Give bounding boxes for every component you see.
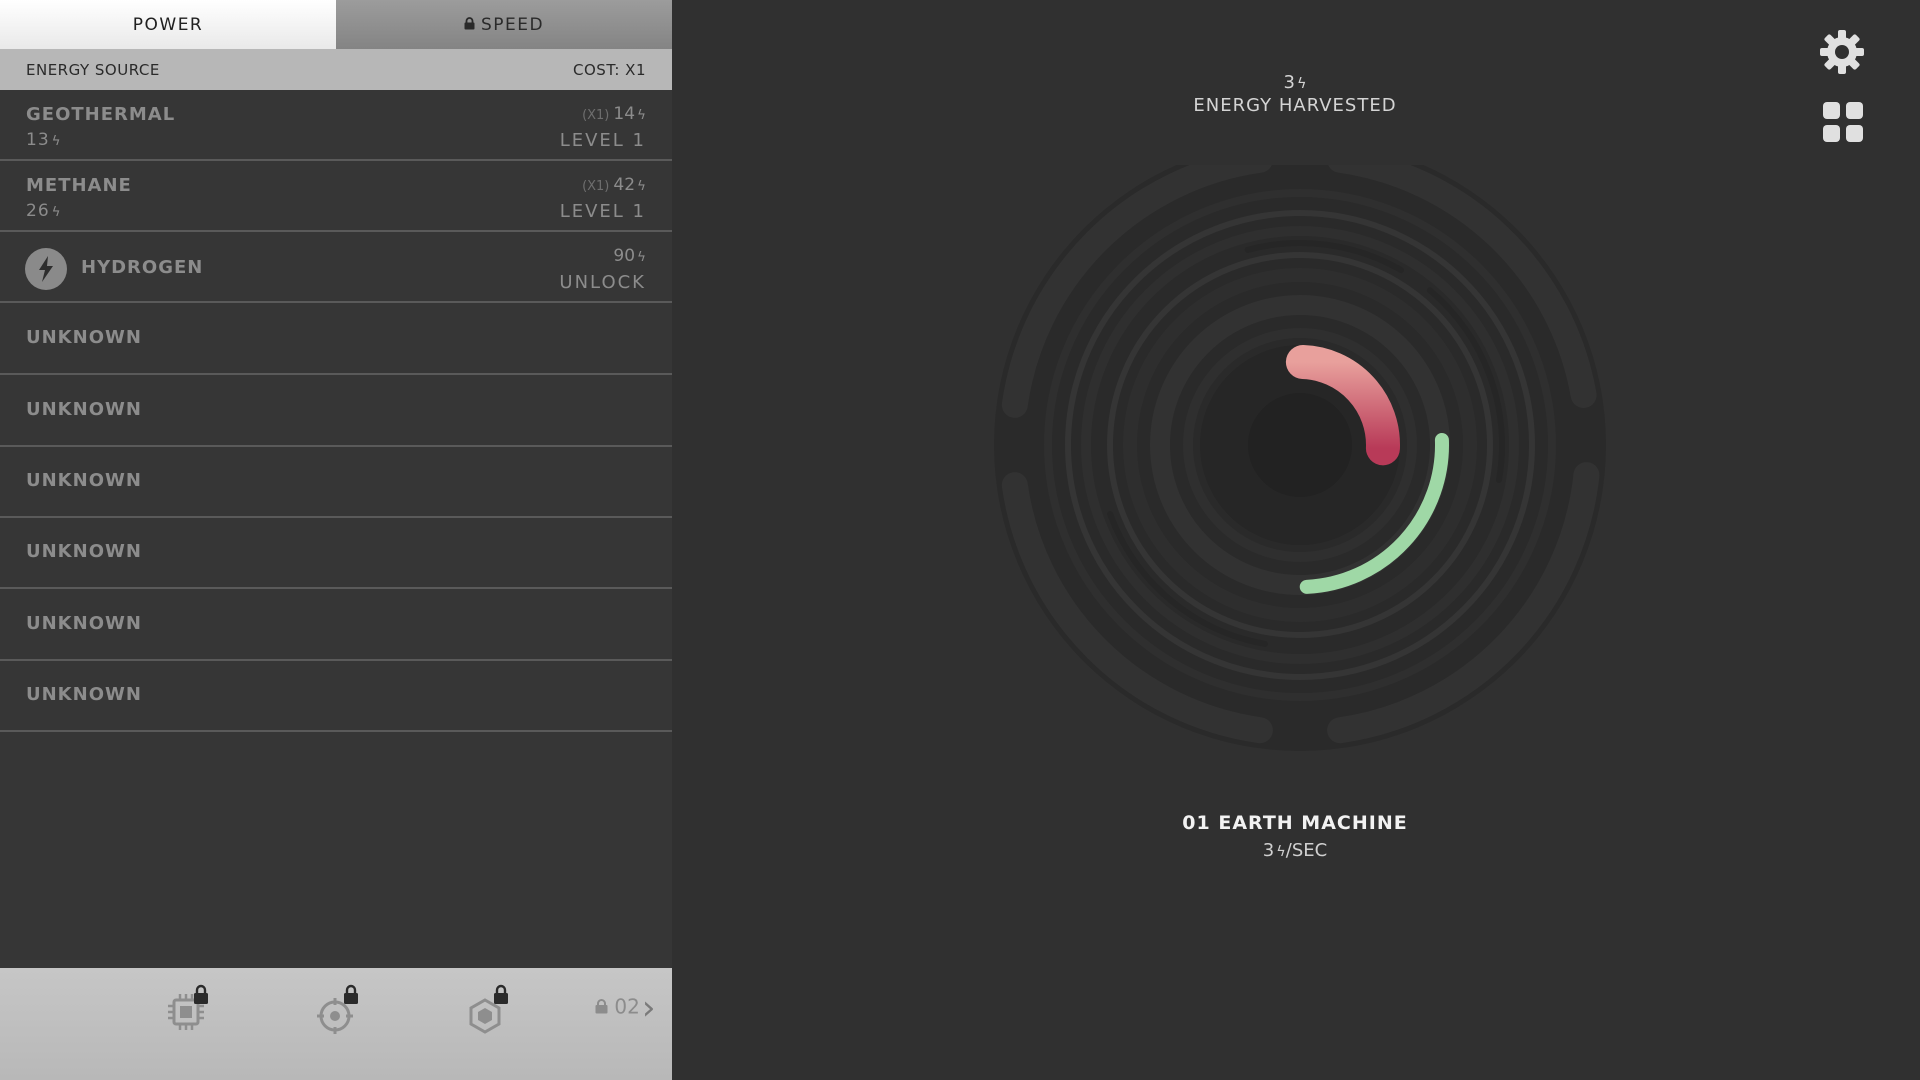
machine-ring-tracks xyxy=(994,165,1606,751)
target-icon xyxy=(317,984,358,1034)
settings-button[interactable] xyxy=(1818,28,1866,76)
lock-icon xyxy=(494,984,508,1004)
source-level: LEVEL 1 xyxy=(559,130,646,151)
source-name: UNKNOWN xyxy=(26,684,142,705)
bolt-icon: ϟ xyxy=(51,204,62,220)
next-page-button[interactable]: 02› xyxy=(595,988,655,1028)
source-name: METHANE xyxy=(26,175,132,196)
tab-power-label: POWER xyxy=(132,14,204,35)
unlock-cost: 90 ϟ xyxy=(613,246,646,266)
lock-icon xyxy=(595,995,614,1019)
energy-counter: 3ϟ ENERGY HARVESTED xyxy=(1095,72,1495,116)
source-name: UNKNOWN xyxy=(26,327,142,348)
tab-bar: POWER SPEED xyxy=(0,0,672,49)
machine-name: 01 EARTH MACHINE xyxy=(1182,812,1408,834)
machine-rate: 3 ϟ/SEC xyxy=(1262,840,1328,861)
lightning-bolt-icon xyxy=(25,248,67,290)
source-row-unknown: UNKNOWN xyxy=(0,589,672,661)
source-name: HYDROGEN xyxy=(81,257,204,278)
tab-speed[interactable]: SPEED xyxy=(336,0,672,49)
source-row-geothermal[interactable]: GEOTHERMAL 13 ϟ (X1) 14 ϟ LEVEL 1 xyxy=(0,90,672,161)
energy-label: ENERGY HARVESTED xyxy=(1193,95,1397,116)
source-name: UNKNOWN xyxy=(26,613,142,634)
upgrade-cost: (X1) 42 ϟ xyxy=(582,175,646,195)
machine-info: 01 EARTH MACHINE 3 ϟ/SEC xyxy=(1095,812,1495,861)
tab-power[interactable]: POWER xyxy=(0,0,336,49)
upgrade-cost: (X1) 14 ϟ xyxy=(582,104,646,124)
energy-value: 3ϟ xyxy=(1283,72,1307,93)
source-row-unknown: UNKNOWN xyxy=(0,517,672,589)
cost-multiplier-heading[interactable]: COST: X1 xyxy=(573,61,646,79)
source-row-unknown: UNKNOWN xyxy=(0,660,672,732)
source-row-unknown: UNKNOWN xyxy=(0,375,672,447)
bolt-icon: ϟ xyxy=(637,107,646,123)
tab-speed-label: SPEED xyxy=(480,14,545,35)
bolt-icon: ϟ xyxy=(51,133,62,149)
hexagon-ability-button[interactable] xyxy=(462,984,514,1036)
bolt-icon: ϟ xyxy=(637,249,646,265)
source-output: 26 ϟ xyxy=(26,201,62,221)
source-output: 13 ϟ xyxy=(26,130,62,150)
source-row-unknown: UNKNOWN xyxy=(0,446,672,518)
page-number: 02 xyxy=(614,994,640,1019)
source-level: LEVEL 1 xyxy=(559,201,646,222)
shop-panel: POWER SPEED ENERGY SOURCE COST: X1 GEOTH… xyxy=(0,0,672,1080)
list-header: ENERGY SOURCE COST: X1 xyxy=(0,49,672,90)
earth-machine-rings[interactable] xyxy=(985,165,1615,795)
source-name: GEOTHERMAL xyxy=(26,104,176,125)
target-ability-button[interactable] xyxy=(312,984,364,1036)
source-name: UNKNOWN xyxy=(26,470,142,491)
grid-icon xyxy=(1823,102,1863,142)
source-row-methane[interactable]: METHANE 26 ϟ (X1) 42 ϟ LEVEL 1 xyxy=(0,161,672,232)
bolt-icon: ϟ xyxy=(1276,844,1286,860)
lock-icon xyxy=(464,15,475,35)
hexagon-icon xyxy=(469,984,508,1034)
energy-source-heading: ENERGY SOURCE xyxy=(26,61,160,79)
source-row-unknown: UNKNOWN xyxy=(0,303,672,375)
lock-icon xyxy=(344,984,358,1004)
chip-ability-button[interactable] xyxy=(162,984,214,1036)
source-name: UNKNOWN xyxy=(26,541,142,562)
lock-icon xyxy=(194,984,208,1004)
ability-bar: 02› xyxy=(0,968,672,1080)
source-name: UNKNOWN xyxy=(26,399,142,420)
chip-icon xyxy=(168,984,208,1030)
bolt-icon: ϟ xyxy=(1296,76,1307,92)
bolt-icon: ϟ xyxy=(637,178,646,194)
gear-icon xyxy=(1820,30,1864,74)
unlock-button[interactable]: UNLOCK xyxy=(559,272,646,293)
menu-grid-button[interactable] xyxy=(1821,100,1865,144)
chevron-right-icon: › xyxy=(641,988,656,1028)
source-row-hydrogen[interactable]: HYDROGEN 90 ϟ UNLOCK xyxy=(0,232,672,303)
